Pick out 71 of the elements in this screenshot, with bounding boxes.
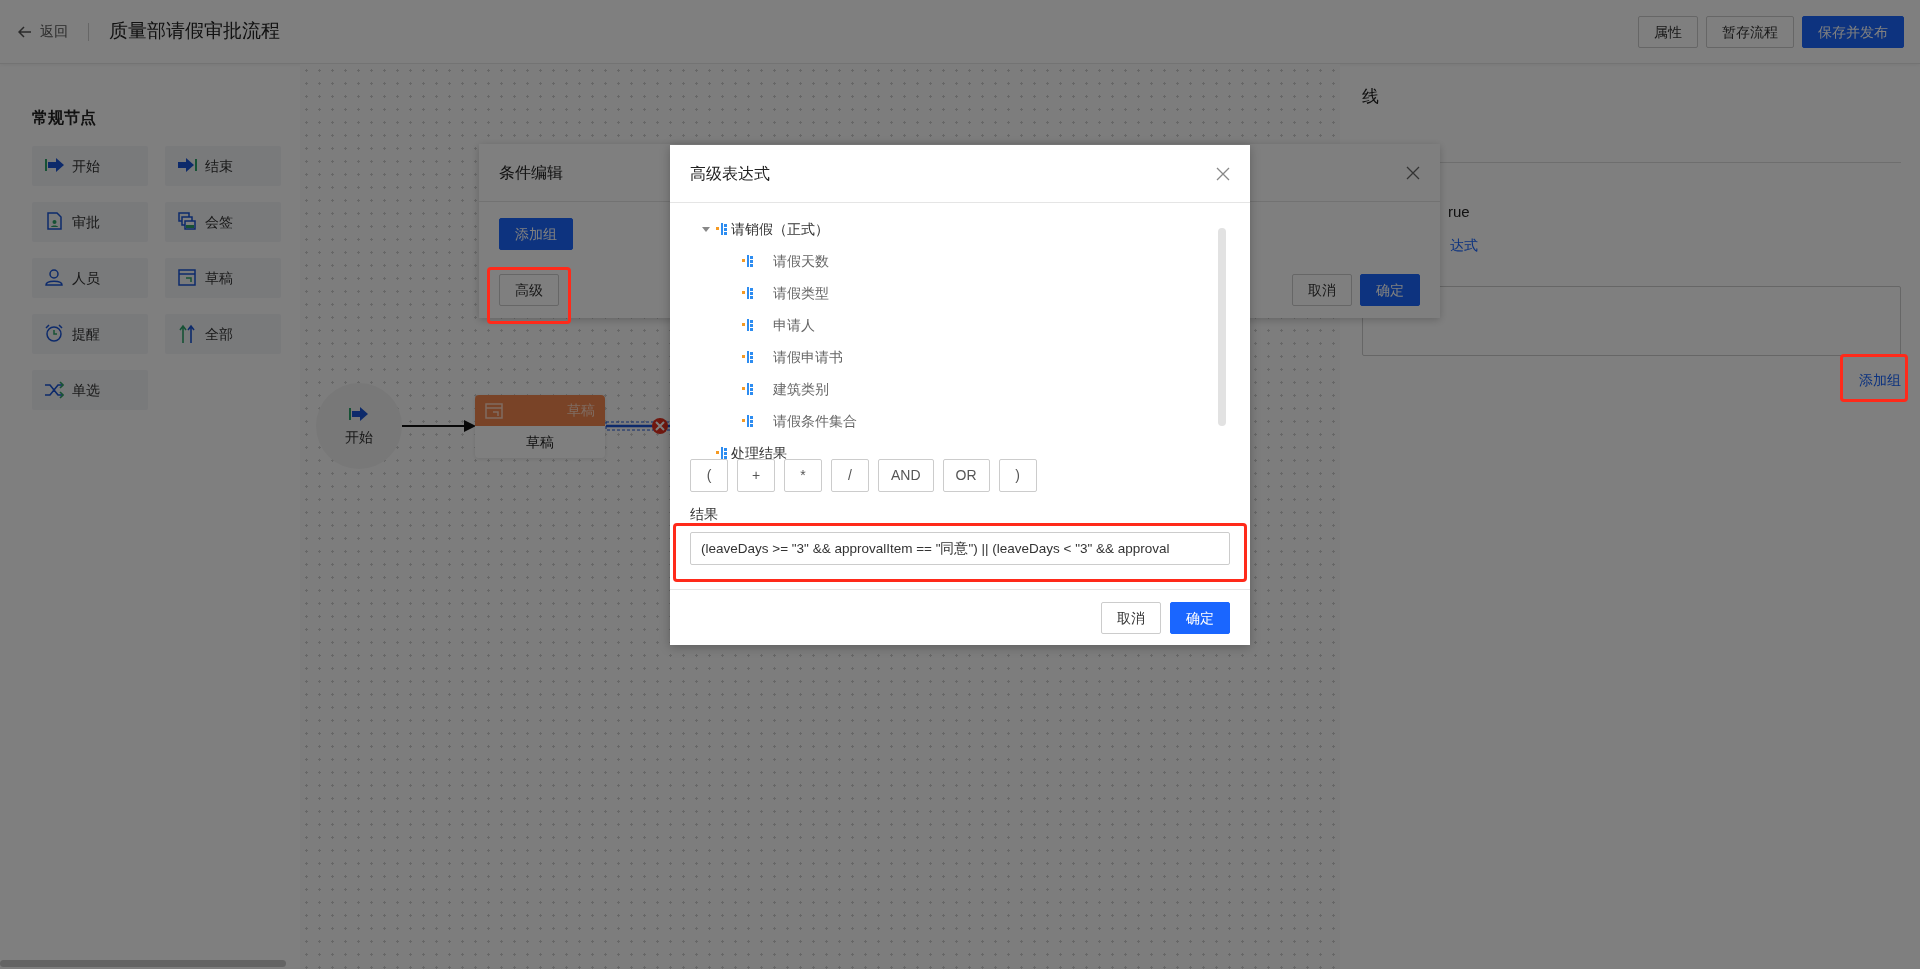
start-icon [348,404,370,423]
field-icon [742,286,753,300]
scrollbar[interactable] [0,960,286,967]
tree-item[interactable]: 请假天数 [773,250,829,272]
stacked-windows-icon [177,212,197,232]
palette-item[interactable]: 开始 [32,146,148,186]
add-group-link[interactable]: 添加组 [1859,372,1901,388]
tree-item[interactable]: 处理结果 [731,442,787,459]
highlight-frame [1840,354,1908,402]
palette-item[interactable]: 审批 [32,202,148,242]
palette-item[interactable]: 结束 [165,146,281,186]
confirm-button[interactable]: 确定 [1170,601,1230,634]
field-icon [742,318,753,332]
operator-button[interactable]: ( [690,459,728,492]
scrollbar[interactable] [1218,228,1226,426]
tree-item[interactable]: 请销假（正式） [731,218,829,240]
toolbar-button[interactable]: 暂存流程 [1706,15,1794,48]
close-icon[interactable] [1406,165,1420,180]
add-group-button[interactable]: 添加组 [499,218,573,250]
confirm-button[interactable]: 确定 [1360,274,1420,306]
document-icon [44,212,64,232]
palette-item[interactable]: 单选 [32,370,148,410]
result-field[interactable]: (leaveDays >= "3" && approvalItem == "同意") || (leaveDays < "3" && approval [690,532,1230,565]
cancel-button[interactable]: 取消 [1101,601,1161,634]
node-label: 开始 [345,427,373,447]
shuffle-icon [44,380,64,400]
field-icon [742,350,753,364]
connector-arrow[interactable] [402,419,476,433]
close-icon[interactable] [1216,166,1230,181]
field-icon [716,222,727,236]
tree-item[interactable]: 请假类型 [773,282,829,304]
operator-button[interactable]: + [737,459,775,492]
field-icon [742,414,753,428]
tree-item[interactable]: 请假条件集合 [773,410,857,432]
person-icon [44,268,64,288]
alarm-clock-icon [44,324,64,344]
window-icon [485,401,503,420]
operator-button[interactable]: OR [942,459,990,492]
panel-title: 线 [1362,86,1380,108]
dialog-title: 条件编辑 [499,162,563,183]
operator-button[interactable]: * [784,459,822,492]
operator-button[interactable]: ) [998,459,1037,492]
node-label: 草稿 [525,433,555,452]
dialog-title: 高级表达式 [690,163,770,184]
toolbar-button[interactable]: 保存并发布 [1802,15,1904,48]
result-label: 结果 [689,505,719,524]
advanced-button[interactable]: 高级 [499,274,559,306]
palette-item[interactable]: 草稿 [165,258,281,298]
toolbar-button[interactable]: 属性 [1638,15,1698,48]
tree-item[interactable]: 申请人 [773,314,815,336]
start-node[interactable]: 开始 [316,383,402,469]
palette-item[interactable]: 会签 [165,202,281,242]
window-icon [177,268,197,288]
back-link[interactable]: 返回 [40,21,68,42]
field-icon [716,446,727,459]
field-icon [742,382,753,396]
palette-item[interactable]: 人员 [32,258,148,298]
condition-value: rue [1448,202,1470,220]
palette-item[interactable]: 全部 [165,314,281,354]
operator-button[interactable]: AND [878,459,934,492]
tree-item[interactable]: 请假申请书 [773,346,843,368]
expression-link[interactable]: 达式 [1450,237,1478,253]
cancel-button[interactable]: 取消 [1292,274,1352,306]
tree-item[interactable]: 建筑类别 [773,378,829,400]
operator-button[interactable]: / [831,459,869,492]
section-heading: 常规节点 [32,108,97,128]
back-arrow-icon[interactable] [18,25,32,38]
up-arrows-icon [177,324,197,344]
page-title: 质量部请假审批流程 [109,19,280,44]
palette-item[interactable]: 提醒 [32,314,148,354]
field-icon [742,254,753,268]
